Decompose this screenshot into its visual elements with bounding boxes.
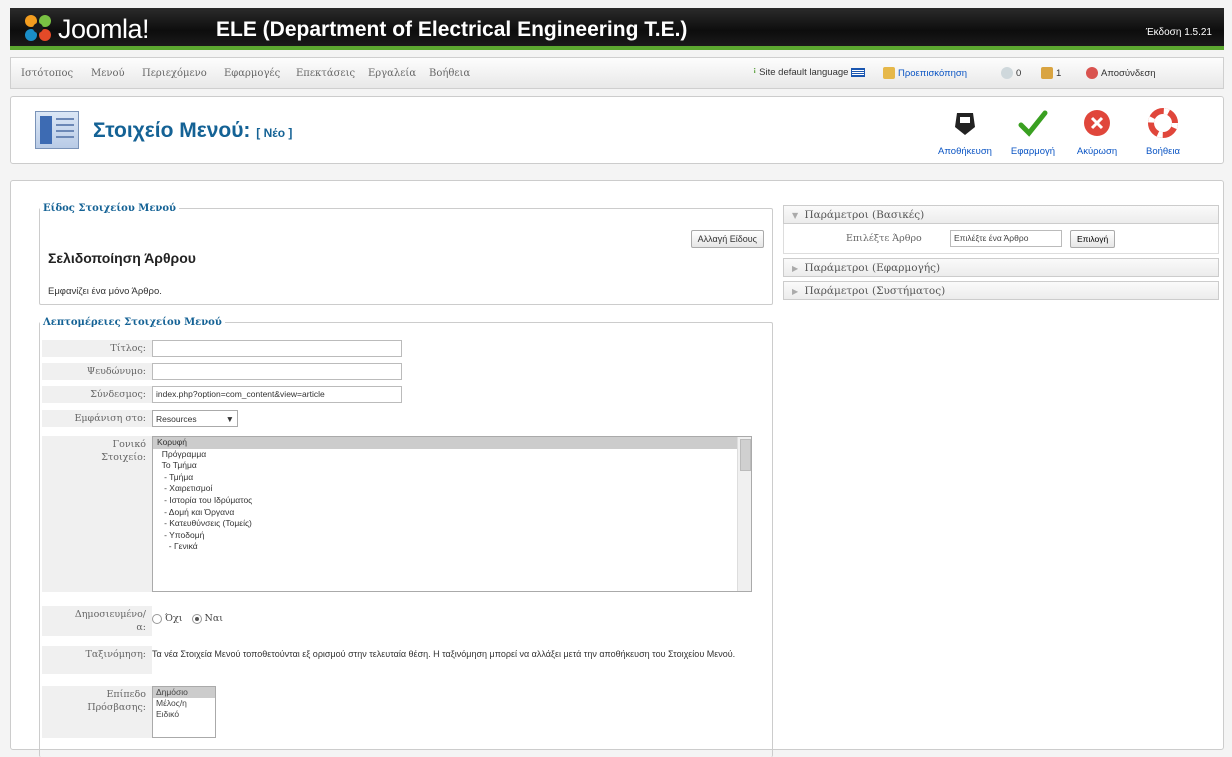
published-no-label: Όχι <box>165 613 183 624</box>
page-subtitle: [ Νέο ] <box>256 126 293 140</box>
page-title: Στοιχείο Μενού: [ Νέο ] <box>93 119 293 142</box>
users-icon <box>1041 67 1053 79</box>
select-article-button[interactable]: Επιλογή <box>1070 230 1116 248</box>
params-component-header[interactable]: ▶ Παράμετροι (Εφαρμογής) <box>783 258 1219 277</box>
order-description: Τα νέα Στοιχεία Μενού τοποθετούνται εξ ο… <box>152 649 736 659</box>
menu-item-icon <box>35 111 79 149</box>
alias-input[interactable] <box>152 363 402 380</box>
menu-help[interactable]: Βοήθεια <box>429 68 470 79</box>
select-article-label: Επιλέξτε Άρθρο <box>846 233 922 244</box>
link-label: Σύνδεσμος: <box>42 386 152 403</box>
menu-tools[interactable]: Εργαλεία <box>368 68 416 79</box>
list-item[interactable]: Κορυφή <box>153 437 751 449</box>
link-input[interactable]: index.php?option=com_content&view=articl… <box>152 386 402 403</box>
menu-extensions[interactable]: Επεκτάσεις <box>296 68 355 79</box>
published-label: Δημοσιευμένο/ α: <box>42 606 152 636</box>
list-scrollbar[interactable] <box>737 437 751 591</box>
menu-item-details-legend: Λεπτομέρειες Στοιχείου Μενού <box>43 317 222 328</box>
cancel-button[interactable]: Ακύρωση <box>1067 107 1127 157</box>
language-icon: ꜟ <box>753 67 757 78</box>
main-menu-bar: Ιστότοπος Μενού Περιεχόμενο Εφαρμογές Επ… <box>10 57 1224 89</box>
online-users-count: 1 <box>1041 67 1061 79</box>
display-in-label: Εμφάνιση στο: <box>42 410 152 427</box>
toolbar-box: Στοιχείο Μενού: [ Νέο ] Αποθήκευση Εφαρμ… <box>10 96 1224 164</box>
list-item[interactable]: - Χαιρετισμοί <box>153 483 751 495</box>
order-label: Ταξινόμηση: <box>42 646 152 674</box>
access-level-label: Επίπεδο Πρόσβασης: <box>42 686 152 738</box>
list-item[interactable]: - Ιστορία του Ιδρύματος <box>153 495 751 507</box>
menu-content[interactable]: Περιεχόμενο <box>142 68 207 79</box>
logout-icon <box>1086 67 1098 79</box>
parameters-panel: ▼ Παράμετροι (Βασικές) Επιλέξτε Άρθρο Επ… <box>783 205 1219 304</box>
list-item[interactable]: Μέλος/η <box>153 698 215 709</box>
title-label: Τίτλος: <box>42 340 152 357</box>
chevron-right-icon: ▶ <box>792 287 799 296</box>
params-system-header[interactable]: ▶ Παράμετροι (Συστήματος) <box>783 281 1219 300</box>
messages-count[interactable]: 0 <box>1001 67 1021 79</box>
greek-flag-icon <box>851 68 866 77</box>
site-default-language: ꜟ Site default language <box>753 67 866 78</box>
joomla-wordmark: Joomla! <box>58 14 150 44</box>
lifebuoy-icon <box>1148 108 1178 138</box>
display-in-select[interactable]: Resources ▼ <box>152 410 238 427</box>
joomla-logo-icon <box>25 15 51 41</box>
published-no-radio[interactable] <box>152 613 162 624</box>
menu-site[interactable]: Ιστότοπος <box>21 68 73 79</box>
preview-icon <box>883 67 895 79</box>
change-type-button[interactable]: Αλλαγή Είδους <box>690 230 764 248</box>
menu-menus[interactable]: Μενού <box>91 68 125 79</box>
chevron-down-icon: ▼ <box>225 413 234 424</box>
save-button[interactable]: Αποθήκευση <box>935 107 995 157</box>
menu-item-type-fieldset: Είδος Στοιχείου Μενού Αλλαγή Είδους Σελι… <box>39 203 773 305</box>
check-icon <box>1018 110 1048 137</box>
list-item[interactable]: - Υποδομή <box>153 530 751 542</box>
menu-components[interactable]: Εφαρμογές <box>224 68 280 79</box>
apply-button[interactable]: Εφαρμογή <box>1003 107 1063 157</box>
list-item[interactable]: - Δομή και Όργανα <box>153 507 751 519</box>
preview-link[interactable]: Προεπισκόπηση <box>883 67 967 79</box>
list-item[interactable]: Ειδικό <box>153 709 215 720</box>
title-input[interactable] <box>152 340 402 357</box>
save-icon <box>955 113 975 135</box>
main-panel: Είδος Στοιχείου Μενού Αλλαγή Είδους Σελι… <box>10 180 1224 757</box>
params-basic-header[interactable]: ▼ Παράμετροι (Βασικές) <box>783 205 1219 224</box>
list-item[interactable]: - Γενικά <box>153 541 751 553</box>
parent-item-list[interactable]: Κορυφή Πρόγραμμα Το Τμήμα - Τμήμα - Χαιρ… <box>152 436 752 592</box>
list-item[interactable]: Πρόγραμμα <box>153 449 751 461</box>
site-title: ELE (Department of Electrical Engineerin… <box>216 18 688 41</box>
params-basic-body: Επιλέξτε Άρθρο Επιλέξτε ένα Άρθρο Επιλογ… <box>783 224 1219 254</box>
menu-item-type-legend: Είδος Στοιχείου Μενού <box>43 203 176 214</box>
logout-link[interactable]: Αποσύνδεση <box>1086 67 1156 79</box>
published-yes-radio[interactable] <box>191 613 202 624</box>
chevron-down-icon: ▼ <box>792 211 799 220</box>
list-item[interactable]: Το Τμήμα <box>153 460 751 472</box>
list-item[interactable]: - Τμήμα <box>153 472 751 484</box>
list-item[interactable]: - Κατευθύνσεις (Τομείς) <box>153 518 751 530</box>
menu-type-description: Εμφανίζει ένα μόνο Άρθρο. <box>48 286 162 297</box>
version-label: Έκδοση 1.5.21 <box>1145 27 1212 38</box>
select-article-input[interactable]: Επιλέξτε ένα Άρθρο <box>950 230 1062 247</box>
parent-item-label: Γονικό Στοιχείο: <box>42 436 152 592</box>
menu-item-details-fieldset: Λεπτομέρειες Στοιχείου Μενού Τίτλος: Ψευ… <box>39 317 773 757</box>
help-button[interactable]: Βοήθεια <box>1133 107 1193 157</box>
alias-label: Ψευδώνυμο: <box>42 363 152 380</box>
inbox-icon <box>1001 67 1013 79</box>
header-bar: Joomla! ELE (Department of Electrical En… <box>10 8 1224 50</box>
cancel-icon <box>1084 110 1110 136</box>
published-yes-label: Ναι <box>204 613 223 624</box>
menu-type-name: Σελιδοποίηση Άρθρου <box>48 250 196 266</box>
list-item[interactable]: Δημόσιο <box>153 687 215 698</box>
chevron-right-icon: ▶ <box>792 264 799 273</box>
access-level-list[interactable]: Δημόσιο Μέλος/η Ειδικό <box>152 686 216 738</box>
